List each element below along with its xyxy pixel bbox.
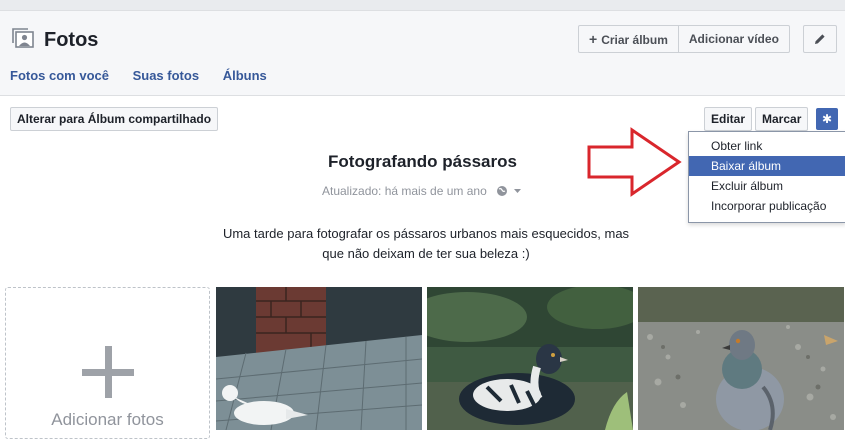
photo-thumbnail[interactable] (427, 287, 633, 430)
album-updated-info: Atualizado: há mais de um ano (322, 184, 522, 198)
menu-item-delete-album[interactable]: Excluir álbum (689, 176, 845, 196)
top-strip (0, 0, 845, 11)
tab-your-photos[interactable]: Suas fotos (133, 68, 199, 83)
add-photos-label: Adicionar fotos (51, 410, 164, 429)
add-photos-tile[interactable]: Adicionar fotos (5, 287, 210, 439)
globe-icon[interactable] (496, 185, 508, 197)
menu-item-get-link[interactable]: Obter link (689, 136, 845, 156)
tab-albums[interactable]: Álbuns (223, 68, 267, 83)
gear-icon: ✱ (821, 112, 833, 126)
page-title: Fotos (44, 29, 99, 51)
album-updated: Atualizado: há mais de um ano (322, 184, 487, 198)
options-gear-button[interactable]: ✱ (816, 108, 838, 130)
tag-button[interactable]: Marcar (755, 107, 809, 131)
plus-icon: + (589, 31, 598, 47)
photos-header: Fotos + Criar álbum Adicionar vídeo Fotos… (0, 11, 845, 96)
pencil-icon (815, 34, 825, 44)
photos-icon (12, 28, 34, 48)
header-button-group: + Criar álbum Adicionar vídeo (578, 25, 790, 53)
album-options-menu: Obter link Baixar álbum Excluir álbum In… (688, 131, 845, 223)
photo-thumbnail[interactable] (216, 287, 422, 430)
create-album-button[interactable]: + Criar álbum (579, 26, 678, 52)
edit-button[interactable]: Editar (704, 107, 753, 131)
menu-item-download-album[interactable]: Baixar álbum (689, 156, 845, 176)
red-arrow-annotation (587, 127, 682, 197)
album-description: Uma tarde para fotografar os pássaros ur… (222, 226, 630, 261)
shared-album-button[interactable]: Alterar para Álbum compartilhado (10, 107, 219, 131)
plus-icon (82, 346, 134, 398)
photo-tabs: Fotos com você Suas fotos Álbuns (10, 68, 287, 83)
privacy-caret-icon[interactable] (513, 185, 522, 197)
menu-item-embed-post[interactable]: Incorporar publicação (689, 196, 845, 216)
create-album-label: Criar álbum (601, 33, 668, 47)
tab-photos-of-you[interactable]: Fotos com você (10, 68, 109, 83)
add-video-button[interactable]: Adicionar vídeo (677, 26, 789, 52)
edit-pencil-button[interactable] (803, 25, 837, 53)
photo-thumbnail[interactable] (638, 287, 844, 430)
